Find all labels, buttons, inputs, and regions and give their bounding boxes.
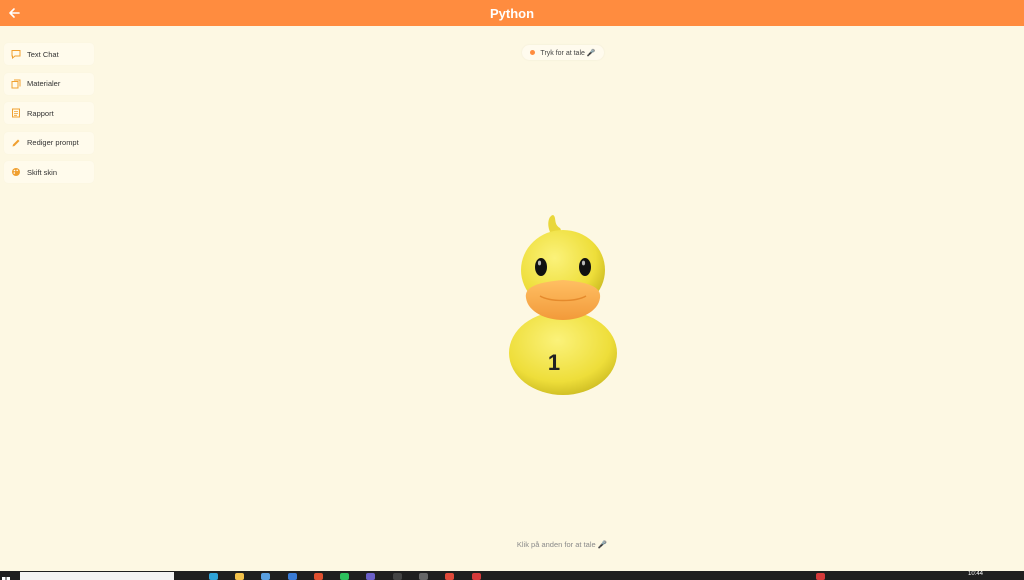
sidebar-item-materialer[interactable]: Materialer xyxy=(4,72,94,95)
sidebar-item-skift-skin[interactable]: Skift skin xyxy=(4,161,94,183)
sidebar-item-label: Text Chat xyxy=(27,49,59,59)
chat-bubble-icon xyxy=(11,49,21,59)
teams-icon[interactable] xyxy=(366,573,375,580)
folder-icon[interactable] xyxy=(235,573,244,580)
spotify-icon[interactable] xyxy=(340,573,349,580)
sidebar-item-rapport[interactable]: Rapport xyxy=(4,102,94,124)
taskbar-clock: 10:44 xyxy=(968,571,984,577)
back-button[interactable] xyxy=(4,3,24,23)
duck-number: 1 xyxy=(548,350,560,375)
sidebar-item-rediger-prompt[interactable]: Rediger prompt xyxy=(4,131,94,154)
arrow-left-icon xyxy=(9,8,20,18)
taskbar-search[interactable] xyxy=(20,572,174,580)
sidebar-item-label: Materialer xyxy=(27,79,61,88)
status-dot xyxy=(530,50,536,55)
page-title: Python xyxy=(489,5,535,21)
voice-hint: Klik på anden for at tale 🎤 xyxy=(516,540,608,549)
tray-icon[interactable] xyxy=(816,573,825,580)
edge-icon[interactable] xyxy=(209,573,218,580)
vscode-icon[interactable] xyxy=(288,573,297,580)
palette-icon xyxy=(11,167,21,177)
sidebar-item-text-chat[interactable]: Text Chat xyxy=(4,43,94,65)
duck-beak xyxy=(525,280,601,320)
duck-body xyxy=(509,311,617,395)
report-icon xyxy=(11,108,21,118)
terminal-icon[interactable] xyxy=(419,573,428,580)
push-to-talk-label: Tryk for at tale 🎤 xyxy=(540,49,596,57)
app-icon[interactable] xyxy=(393,573,402,580)
browser-icon[interactable] xyxy=(445,573,454,580)
app-header: Python xyxy=(0,0,1024,26)
sidebar-item-label: Skift skin xyxy=(27,167,58,177)
documents-icon xyxy=(11,79,21,89)
store-icon[interactable] xyxy=(261,573,270,580)
windows-start-icon[interactable] xyxy=(2,572,12,580)
push-to-talk-button[interactable]: Tryk for at tale 🎤 xyxy=(522,45,604,60)
sidebar-item-label: Rapport xyxy=(27,108,54,118)
sidebar-item-label: Rediger prompt xyxy=(27,138,79,147)
pencil-icon xyxy=(11,138,21,148)
sidebar: Text Chat Materialer Rapport Rediger pro… xyxy=(4,43,94,191)
duck-avatar[interactable]: 1 xyxy=(500,208,625,403)
app-icon[interactable] xyxy=(314,573,323,580)
os-taskbar: 10:44 xyxy=(0,571,1024,580)
app-icon[interactable] xyxy=(472,573,481,580)
